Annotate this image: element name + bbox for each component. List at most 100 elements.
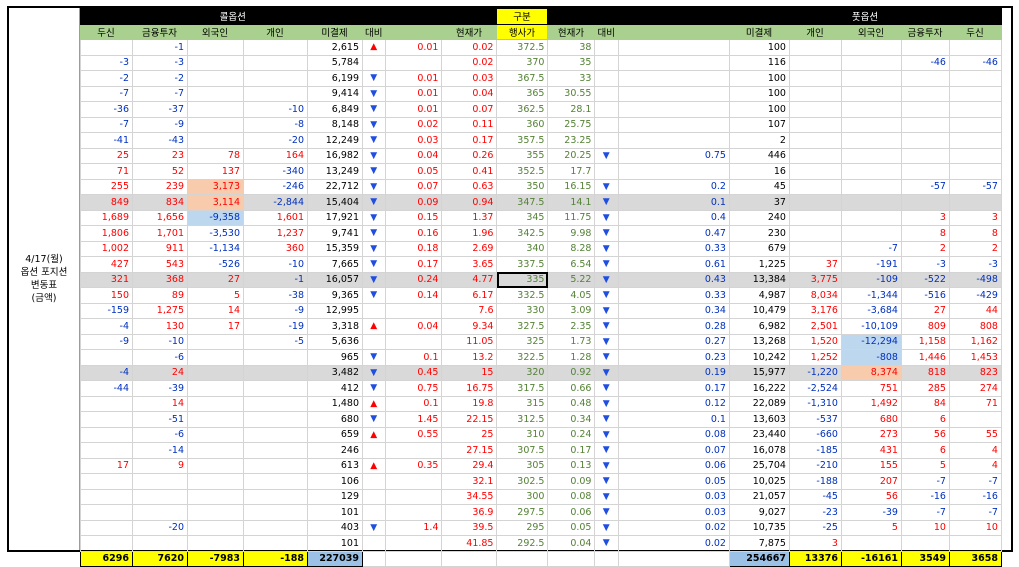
cell-call-fin[interactable]: -51 xyxy=(132,411,188,428)
cell-call-diffval[interactable] xyxy=(385,504,443,521)
cell-put-indiv[interactable] xyxy=(788,225,842,242)
cell-call-price[interactable]: 2.69 xyxy=(441,240,498,257)
cell-call-diffval[interactable]: 1.4 xyxy=(385,519,443,536)
cell-put-dusin[interactable]: -7 xyxy=(948,473,1002,490)
cell-call-indiv[interactable] xyxy=(243,395,308,412)
cell-call-oi[interactable]: 965 xyxy=(307,349,363,366)
cell-call-fin[interactable]: 89 xyxy=(132,287,188,304)
cell-put-fin[interactable]: -46 xyxy=(900,54,950,71)
cell-call-foreign[interactable]: -9,358 xyxy=(187,209,244,226)
cell-put-foreign[interactable]: 56 xyxy=(840,488,902,505)
cell-put-diffval[interactable]: 0.17 xyxy=(617,380,730,397)
cell-call-dusin[interactable]: 150 xyxy=(80,287,133,304)
total-put-price[interactable] xyxy=(547,550,596,567)
cell-call-fin[interactable]: 52 xyxy=(132,163,188,180)
cell-put-diffval[interactable]: 0.2 xyxy=(617,178,730,195)
cell-put-indiv[interactable]: -1,220 xyxy=(788,364,842,381)
cell-call-price[interactable]: 22.15 xyxy=(441,411,498,428)
cell-strike[interactable]: 322.5 xyxy=(496,349,549,366)
cell-call-diffval[interactable] xyxy=(385,333,443,350)
cell-put-fin[interactable]: 6 xyxy=(900,411,950,428)
cell-put-indiv[interactable] xyxy=(788,163,842,180)
cell-put-oi[interactable]: 100 xyxy=(728,85,790,102)
total-put-diffval[interactable] xyxy=(617,550,730,567)
cell-call-indiv[interactable]: -9 xyxy=(243,302,308,319)
cell-put-diffval[interactable] xyxy=(617,132,730,149)
cell-call-price[interactable]: 7.6 xyxy=(441,302,498,319)
cell-put-oi[interactable]: 13,268 xyxy=(728,333,790,350)
cell-call-price[interactable]: 0.02 xyxy=(441,54,498,71)
cell-call-dusin[interactable] xyxy=(80,488,133,505)
cell-put-fin[interactable] xyxy=(900,101,950,118)
cell-strike[interactable]: 327.5 xyxy=(496,318,549,335)
cell-call-diffval[interactable] xyxy=(385,535,443,552)
cell-put-fin[interactable]: 56 xyxy=(900,426,950,443)
cell-call-price[interactable]: 1.96 xyxy=(441,225,498,242)
cell-call-foreign[interactable] xyxy=(187,426,244,443)
cell-put-diffval[interactable]: 0.1 xyxy=(617,411,730,428)
cell-call-diffval[interactable]: 0.75 xyxy=(385,380,443,397)
cell-call-indiv[interactable] xyxy=(243,349,308,366)
cell-put-foreign[interactable]: 207 xyxy=(840,473,902,490)
cell-put-price[interactable]: 0.09 xyxy=(547,473,596,490)
cell-put-price[interactable]: 6.54 xyxy=(547,256,596,273)
cell-call-fin[interactable]: -9 xyxy=(132,116,188,133)
cell-call-oi[interactable]: 5,636 xyxy=(307,333,363,350)
cell-put-fin[interactable]: -516 xyxy=(900,287,950,304)
cell-put-indiv[interactable]: -188 xyxy=(788,473,842,490)
cell-put-dusin[interactable]: -498 xyxy=(948,271,1002,288)
cell-call-oi[interactable]: 16,982 xyxy=(307,147,363,164)
cell-call-oi[interactable]: 22,712 xyxy=(307,178,363,195)
cell-call-foreign[interactable] xyxy=(187,504,244,521)
cell-put-dusin[interactable] xyxy=(948,535,1002,552)
cell-put-oi[interactable]: 100 xyxy=(728,101,790,118)
cell-call-diffval[interactable]: 0.02 xyxy=(385,116,443,133)
total-call-price[interactable] xyxy=(441,550,498,567)
cell-call-foreign[interactable] xyxy=(187,442,244,459)
cell-call-dusin[interactable] xyxy=(80,349,133,366)
cell-put-oi[interactable]: 679 xyxy=(728,240,790,257)
cell-call-foreign[interactable]: -526 xyxy=(187,256,244,273)
cell-call-price[interactable]: 0.63 xyxy=(441,178,498,195)
cell-call-foreign[interactable] xyxy=(187,457,244,474)
cell-call-dusin[interactable]: -4 xyxy=(80,318,133,335)
cell-call-diffval[interactable]: 0.01 xyxy=(385,70,443,87)
cell-call-price[interactable]: 0.26 xyxy=(441,147,498,164)
cell-call-diffval[interactable] xyxy=(385,442,443,459)
cell-put-fin[interactable] xyxy=(900,535,950,552)
cell-call-fin[interactable]: 23 xyxy=(132,147,188,164)
cell-put-indiv[interactable]: 3,775 xyxy=(788,271,842,288)
cell-call-foreign[interactable]: -3,530 xyxy=(187,225,244,242)
cell-call-price[interactable]: 41.85 xyxy=(441,535,498,552)
cell-put-indiv[interactable] xyxy=(788,54,842,71)
cell-call-fin[interactable]: -3 xyxy=(132,54,188,71)
cell-strike[interactable]: 332.5 xyxy=(496,287,549,304)
cell-put-price[interactable]: 0.06 xyxy=(547,504,596,521)
cell-call-price[interactable]: 11.05 xyxy=(441,333,498,350)
cell-call-oi[interactable]: 3,318 xyxy=(307,318,363,335)
cell-put-price[interactable]: 0.34 xyxy=(547,411,596,428)
cell-call-diffval[interactable]: 0.04 xyxy=(385,147,443,164)
cell-call-foreign[interactable] xyxy=(187,395,244,412)
cell-call-price[interactable]: 0.11 xyxy=(441,116,498,133)
cell-put-indiv[interactable]: -25 xyxy=(788,519,842,536)
cell-call-fin[interactable]: 543 xyxy=(132,256,188,273)
cell-call-oi[interactable]: 9,414 xyxy=(307,85,363,102)
cell-put-oi[interactable]: 23,440 xyxy=(728,426,790,443)
cell-call-diffval[interactable]: 0.05 xyxy=(385,163,443,180)
cell-put-fin[interactable] xyxy=(900,132,950,149)
cell-strike[interactable]: 307.5 xyxy=(496,442,549,459)
cell-put-oi[interactable]: 10,242 xyxy=(728,349,790,366)
cell-put-price[interactable]: 0.17 xyxy=(547,442,596,459)
cell-put-price[interactable]: 16.15 xyxy=(547,178,596,195)
cell-put-fin[interactable]: 1,446 xyxy=(900,349,950,366)
cell-strike[interactable]: 317.5 xyxy=(496,380,549,397)
cell-call-indiv[interactable]: -19 xyxy=(243,318,308,335)
cell-put-oi[interactable]: 16,078 xyxy=(728,442,790,459)
cell-strike[interactable]: 365 xyxy=(496,85,549,102)
cell-put-indiv[interactable]: 3,176 xyxy=(788,302,842,319)
cell-call-fin[interactable]: -39 xyxy=(132,380,188,397)
cell-put-foreign[interactable] xyxy=(840,194,902,211)
cell-put-foreign[interactable]: 751 xyxy=(840,380,902,397)
cell-call-diffval[interactable]: 0.35 xyxy=(385,457,443,474)
